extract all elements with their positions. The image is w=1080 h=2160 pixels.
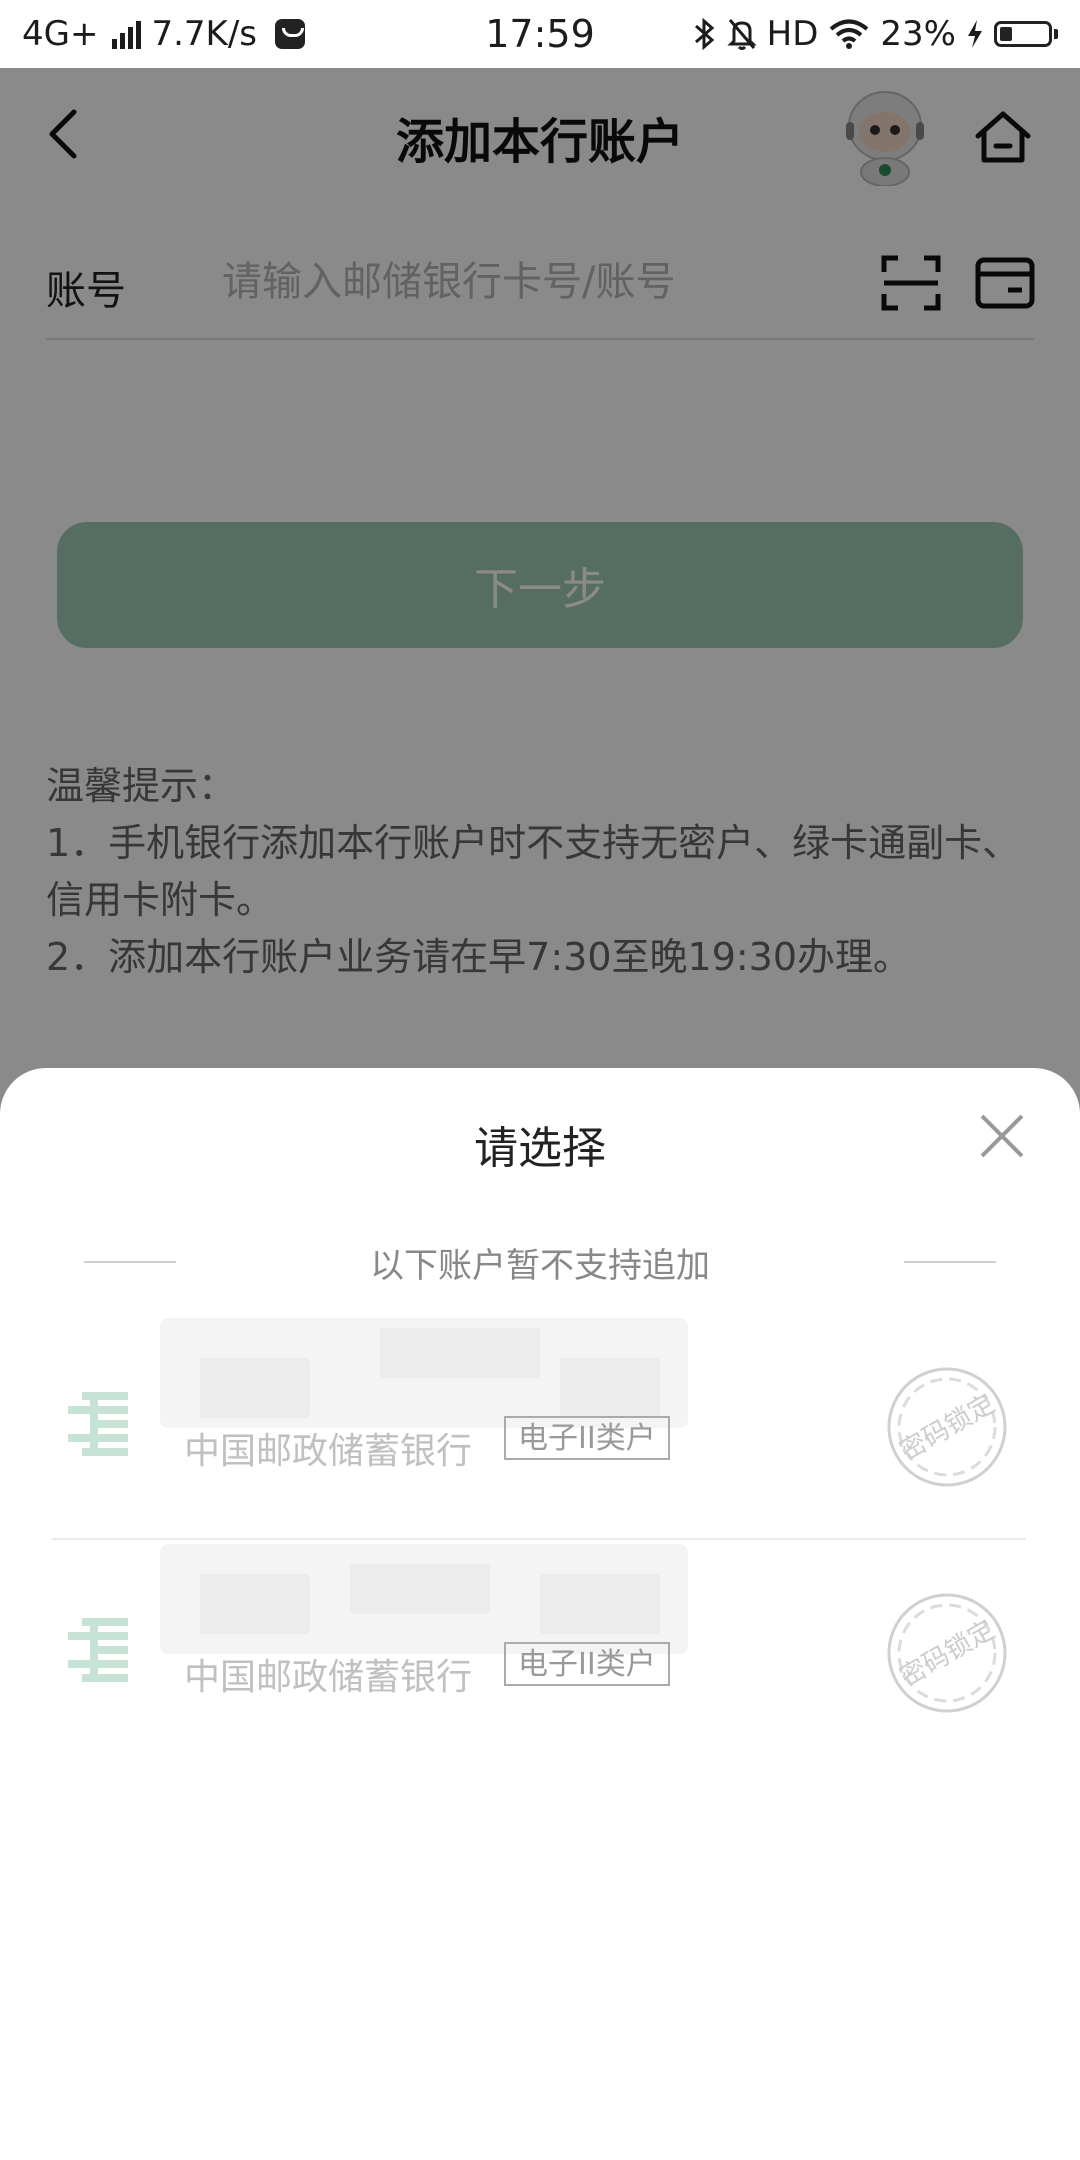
password-locked-stamp-icon: 密码锁定 [887,1367,1007,1487]
mute-icon [727,19,757,50]
wifi-icon [830,19,869,49]
bank-name: 中国邮政储蓄银行 [184,1657,473,1698]
network-speed: 7.7K/s [151,14,258,54]
divider-line [84,1261,176,1263]
stamp-text: 密码锁定 [895,1615,1000,1693]
postal-bank-logo-icon [68,1392,128,1456]
battery-percent: 23% [880,14,956,54]
masked-account-number [160,1318,688,1428]
account-item: 中国邮政储蓄银行 电子II类户 密码锁定 [52,1318,1026,1518]
sheet-title: 请选择 [474,1123,606,1174]
account-item: 中国邮政储蓄银行 电子II类户 密码锁定 [52,1544,1026,1744]
bank-name: 中国邮政储蓄银行 [184,1431,473,1472]
status-bar: 4G+ 7.7K/s 17:59 HD 23% [0,0,1080,68]
status-right: HD 23% [693,14,1058,54]
stamp-text: 密码锁定 [895,1389,1000,1467]
signal-icon [112,19,142,49]
postal-bank-logo-icon [68,1618,128,1682]
divider-line [904,1261,996,1263]
item-divider [52,1538,1026,1540]
status-left: 4G+ 7.7K/s [22,14,306,54]
close-icon[interactable] [978,1112,1026,1160]
select-account-sheet: 请选择 以下账户暂不支持追加 中国邮政储蓄银行 电子II类户 密码锁定 中国邮政… [0,1068,1080,2160]
account-type-tag: 电子II类户 [504,1642,670,1686]
password-locked-stamp-icon: 密码锁定 [887,1593,1007,1713]
hd-label: HD [766,14,819,54]
account-type-tag: 电子II类户 [504,1416,670,1460]
masked-account-number [160,1544,688,1654]
charging-icon [968,20,982,48]
unsupported-notice: 以下账户暂不支持追加 [84,1232,996,1292]
message-icon [275,19,306,49]
network-type: 4G+ [22,14,99,54]
bluetooth-icon [694,17,714,51]
notice-text: 以下账户暂不支持追加 [370,1245,710,1286]
battery-icon [994,21,1058,47]
